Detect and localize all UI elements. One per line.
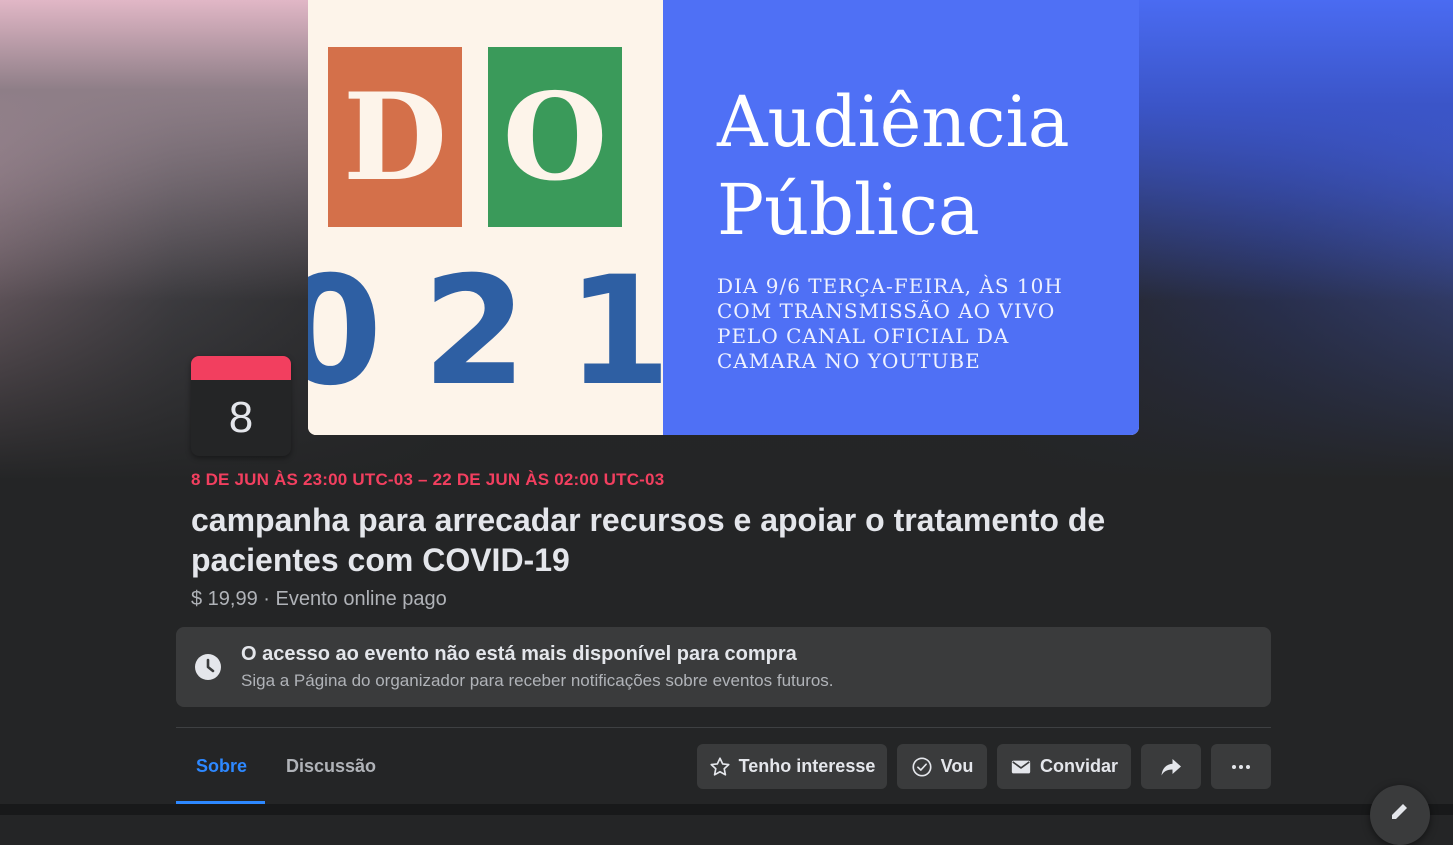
tab-discussao[interactable]: Discussão <box>266 744 396 804</box>
going-button[interactable]: Vou <box>897 744 987 789</box>
invite-button[interactable]: Convidar <box>997 744 1131 789</box>
new-message-button[interactable] <box>1370 785 1430 845</box>
cover-title: Audiência Pública <box>717 78 1127 254</box>
interested-label: Tenho interesse <box>738 756 876 776</box>
star-icon <box>710 756 730 776</box>
cover-year-digits: 021 <box>308 245 712 419</box>
notice-title: O acesso ao evento não está mais disponí… <box>241 643 797 665</box>
cover-title-line: Audiência <box>717 81 1070 163</box>
invite-label: Convidar <box>1039 756 1118 776</box>
going-label: Vou <box>940 756 974 776</box>
cover-left-panel: D O 021 <box>308 0 712 435</box>
date-badge: 8 <box>191 356 291 456</box>
interested-button[interactable]: Tenho interesse <box>697 744 887 789</box>
event-cover-image[interactable]: D O 021 Audiência Pública DIA 9/6 TERÇA-… <box>308 0 1139 435</box>
more-icon <box>1232 764 1250 769</box>
cover-right-panel: Audiência Pública DIA 9/6 TERÇA-FEIRA, À… <box>663 0 1139 435</box>
clock-icon <box>195 654 221 680</box>
event-title: campanha para arrecadar recursos e apoia… <box>191 502 1106 578</box>
envelope-icon <box>1011 760 1031 773</box>
share-button[interactable] <box>1141 744 1201 789</box>
divider <box>176 727 1271 728</box>
share-icon <box>1161 758 1181 775</box>
cover-subtitle-line: CAMARA NO YOUTUBE <box>717 349 981 373</box>
cover-tile-o: O <box>488 47 622 227</box>
compose-icon <box>1392 804 1407 819</box>
date-badge-band <box>191 356 291 380</box>
check-circle-icon <box>912 756 932 777</box>
bottom-bar <box>0 804 1453 815</box>
cover-background-left <box>0 0 310 300</box>
tab-sobre[interactable]: Sobre <box>176 744 265 804</box>
cover-tile-d: D <box>328 47 462 227</box>
cover-title-line: Pública <box>717 169 980 251</box>
event-meta: $ 19,99 · Evento online pago <box>191 588 447 610</box>
cover-subtitle-line: PELO CANAL OFICIAL DA <box>717 324 1010 348</box>
cover-subtitle-line: DIA 9/6 TERÇA-FEIRA, ÀS 10H <box>717 274 1063 298</box>
event-date-range: 8 DE JUN ÀS 23:00 UTC-03 – 22 DE JUN ÀS … <box>191 470 665 489</box>
notice-subtitle: Siga a Página do organizador para recebe… <box>241 671 834 690</box>
cover-background-right <box>1133 0 1453 300</box>
cover-subtitle-line: COM TRANSMISSÃO AO VIVO <box>717 299 1056 323</box>
purchase-unavailable-notice: O acesso ao evento não está mais disponí… <box>176 627 1271 707</box>
date-badge-day: 8 <box>228 393 254 442</box>
cover-subtitle: DIA 9/6 TERÇA-FEIRA, ÀS 10H COM TRANSMIS… <box>717 274 1127 374</box>
more-options-button[interactable] <box>1211 744 1271 789</box>
